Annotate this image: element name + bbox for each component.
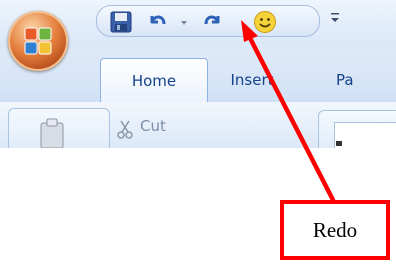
office-button[interactable] <box>8 11 68 71</box>
font-name-input[interactable] <box>334 122 396 148</box>
cut-button[interactable]: Cut <box>140 117 166 135</box>
smiley-icon[interactable] <box>253 10 277 34</box>
quick-access-toolbar <box>96 5 320 37</box>
tab-page-layout[interactable]: Pa <box>336 58 396 102</box>
tab-insert-label: Insert <box>230 71 274 89</box>
paste-icon[interactable] <box>38 118 66 148</box>
tab-home[interactable]: Home <box>100 58 208 103</box>
tab-home-label: Home <box>131 72 177 90</box>
save-icon[interactable] <box>109 10 133 34</box>
tab-page-layout-label: Pa <box>336 71 354 89</box>
customize-qat-icon[interactable] <box>328 9 342 29</box>
undo-icon[interactable] <box>145 10 169 34</box>
redo-callout-label: Redo <box>312 217 358 242</box>
redo-callout: Redo <box>280 200 390 260</box>
font-name-caret-icon <box>336 141 342 146</box>
undo-dropdown-icon[interactable] <box>177 10 191 34</box>
redo-icon[interactable] <box>201 10 225 34</box>
office-logo-icon <box>24 27 52 55</box>
scissors-icon[interactable] <box>116 120 134 140</box>
tab-insert[interactable]: Insert <box>222 58 282 102</box>
